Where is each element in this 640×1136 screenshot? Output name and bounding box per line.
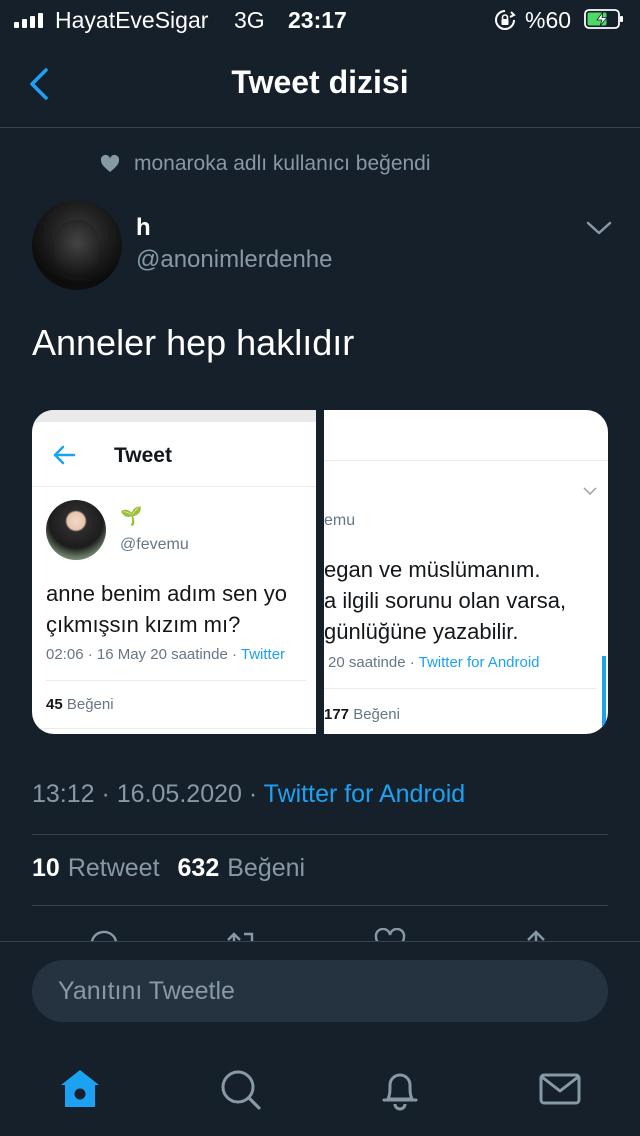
divider bbox=[324, 460, 608, 461]
retweet-stat[interactable]: 10 Retweet bbox=[32, 854, 160, 883]
navigation-header: Tweet dizisi bbox=[0, 40, 640, 128]
screenshot-text-line: egan ve müslümanım. bbox=[324, 557, 541, 582]
sprout-icon: 🌱 bbox=[120, 506, 143, 526]
status-bar: HayatEveSigar 3G 23:17 %60 bbox=[0, 0, 640, 40]
screenshot-likes-count: 45 bbox=[46, 696, 63, 713]
screenshot-likes-count: 177 bbox=[324, 706, 350, 723]
screenshot-tweet-text: anne benim adım sen yo çıkmışsın kızım m… bbox=[46, 578, 287, 640]
status-time: 23:17 bbox=[288, 7, 347, 33]
tweet-timestamp: 13:12 · 16.05.2020 · Twitter for Android bbox=[32, 780, 465, 809]
tweet-media[interactable]: Tweet 🌱 @fevemu anne benim adım sen yo ç… bbox=[32, 410, 608, 734]
divider bbox=[324, 688, 596, 689]
chevron-down-icon bbox=[583, 487, 597, 496]
reply-icon[interactable] bbox=[86, 928, 122, 942]
battery-charging-icon bbox=[584, 9, 623, 29]
author-avatar[interactable] bbox=[32, 200, 122, 290]
page-title: Tweet dizisi bbox=[231, 64, 409, 100]
like-icon[interactable] bbox=[372, 928, 408, 942]
chevron-down-icon[interactable] bbox=[584, 218, 614, 238]
screenshot-handle: @fevemu bbox=[120, 536, 189, 553]
retweet-count: 10 bbox=[32, 854, 60, 882]
screenshot-text-line: anne benim adım sen yo bbox=[46, 581, 287, 606]
screenshot-avatar bbox=[46, 500, 106, 560]
screenshot-scrollbar bbox=[602, 656, 606, 726]
rotation-lock-icon bbox=[495, 10, 516, 30]
divider bbox=[32, 728, 316, 729]
screenshot-meta: 02:06 · 16 May 20 saatinde · Twitter bbox=[46, 646, 285, 663]
divider bbox=[46, 680, 306, 681]
heart-icon bbox=[100, 154, 120, 172]
screenshot-meta-text: 02:06 · 16 May 20 saatinde · bbox=[46, 646, 241, 663]
screenshot-text-line: günlüğüne yazabilir. bbox=[324, 619, 519, 644]
social-context[interactable]: monaroka adlı kullanıcı beğendi bbox=[100, 152, 431, 176]
author-handle[interactable]: @anonimlerdenhe bbox=[136, 246, 333, 274]
search-icon[interactable] bbox=[218, 1067, 262, 1111]
screenshot-likes-label: Beğeni bbox=[62, 696, 114, 713]
like-count: 632 bbox=[177, 854, 220, 882]
social-context-text: monaroka adlı kullanıcı beğendi bbox=[134, 152, 431, 175]
signal-icon bbox=[14, 12, 43, 28]
timestamp-text: 13:12 · 16.05.2020 · bbox=[32, 780, 264, 808]
reply-input[interactable]: Yanıtını Tweetle bbox=[32, 960, 608, 1022]
like-label: Beğeni bbox=[227, 854, 306, 882]
media-image-left[interactable]: Tweet 🌱 @fevemu anne benim adım sen yo ç… bbox=[32, 410, 316, 734]
screenshot-text-line: a ilgili sorunu olan varsa, bbox=[324, 588, 567, 613]
author-name[interactable]: h bbox=[136, 214, 151, 242]
tweet-stats: 10 Retweet 632 Beğeni bbox=[32, 854, 305, 883]
divider bbox=[32, 486, 316, 487]
tweet-actions bbox=[0, 926, 640, 942]
screenshot-meta-text: 20 saatinde · bbox=[328, 654, 419, 671]
screenshot-text-line: çıkmışsın kızım mı? bbox=[46, 612, 241, 637]
arrow-left-icon bbox=[53, 445, 76, 465]
like-stat[interactable]: 632 Beğeni bbox=[178, 854, 306, 883]
screenshot-meta-app: Twitter for Android bbox=[418, 654, 540, 671]
screenshot-meta-app: Twitter bbox=[240, 646, 286, 663]
carrier-name: HayatEveSigar bbox=[55, 7, 209, 33]
screenshot-title: Tweet bbox=[114, 444, 172, 467]
messages-icon[interactable] bbox=[538, 1067, 582, 1111]
retweet-icon[interactable] bbox=[224, 928, 260, 942]
home-icon[interactable] bbox=[58, 1067, 102, 1111]
screenshot-meta: 20 saatinde · Twitter for Android bbox=[328, 654, 540, 671]
tweet-text: Anneler hep haklıdır bbox=[32, 322, 355, 363]
source-link[interactable]: Twitter for Android bbox=[264, 780, 465, 808]
screenshot-status-bar bbox=[32, 410, 316, 422]
share-icon[interactable] bbox=[518, 928, 554, 942]
network-type: 3G bbox=[234, 7, 265, 33]
divider bbox=[32, 834, 608, 835]
retweet-label: Retweet bbox=[67, 854, 160, 882]
divider bbox=[32, 905, 608, 906]
screenshot-likes: 45 Beğeni bbox=[46, 696, 114, 713]
screenshot-tweet-text: egan ve müslümanım. a ilgili sorunu olan… bbox=[324, 554, 566, 647]
battery-percent: %60 bbox=[525, 7, 572, 33]
screenshot-likes: 177 Beğeni bbox=[324, 706, 400, 723]
notifications-icon[interactable] bbox=[378, 1067, 422, 1111]
bottom-bar: Yanıtını Tweetle bbox=[0, 941, 640, 1136]
media-image-right[interactable]: emu egan ve müslümanım. a ilgili sorunu … bbox=[324, 410, 608, 734]
screenshot-handle: emu bbox=[324, 512, 356, 529]
screenshot-likes-label: Beğeni bbox=[349, 706, 400, 723]
